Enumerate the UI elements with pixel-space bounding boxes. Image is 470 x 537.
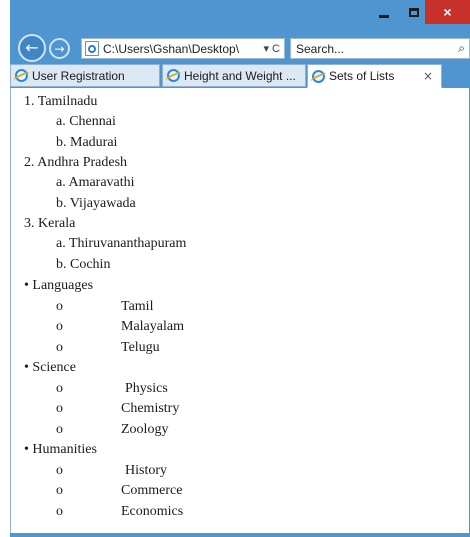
list-item-city: b. Cochin	[56, 255, 110, 275]
list-item-group: • Languages	[24, 276, 93, 296]
maximize-button[interactable]	[400, 0, 428, 24]
city-name: Thiruvananthapuram	[68, 236, 187, 251]
state-name: Kerala	[38, 216, 76, 231]
list-marker: 3.	[24, 216, 35, 231]
list-item-subject: Chemistry	[121, 401, 180, 416]
page-icon	[85, 41, 99, 56]
maximize-icon	[409, 7, 419, 17]
search-input[interactable]: Search...	[296, 42, 344, 56]
sub-bullet-marker: o	[56, 463, 63, 478]
back-button[interactable]: ←	[18, 34, 46, 62]
city-name: Amaravathi	[68, 175, 135, 190]
list-item-city: b. Vijayawada	[56, 194, 136, 214]
sub-bullet-marker: o	[56, 319, 63, 334]
ie-icon	[312, 69, 325, 83]
group-name: Humanities	[32, 442, 97, 457]
sub-bullet-marker: o	[56, 504, 63, 519]
address-bar[interactable]: C:\Users\Gshan\Desktop\ ▾ C	[81, 38, 285, 59]
list-item-subject: Malayalam	[121, 319, 184, 334]
search-box[interactable]: Search... ⌕	[290, 38, 470, 59]
list-marker: b.	[56, 135, 67, 150]
navigation-bar: ← → C:\Users\Gshan\Desktop\ ▾ C Search..…	[10, 32, 470, 62]
list-item-city: a. Chennai	[56, 112, 116, 132]
minimize-icon	[379, 14, 389, 18]
state-name: Andhra Pradesh	[37, 155, 128, 170]
sub-bullet-marker: o	[56, 483, 63, 498]
list-item-group: • Science	[24, 358, 76, 378]
sub-bullet-marker: o	[56, 422, 63, 437]
ie-icon	[167, 69, 180, 82]
list-item-subject: Telugu	[121, 340, 160, 355]
sub-bullet-marker: o	[56, 340, 63, 355]
tab-label: Sets of Lists	[329, 69, 395, 83]
tab-close-icon[interactable]: ×	[423, 69, 433, 83]
state-name: Tamilnadu	[37, 94, 98, 109]
list-marker: a.	[56, 236, 66, 251]
page-content: 1. Tamilnadu a. Chennai b. Madurai 2. An…	[10, 88, 469, 533]
city-name: Vijayawada	[69, 196, 136, 211]
bullet-marker: •	[24, 278, 29, 293]
address-dropdown-refresh[interactable]: ▾ C	[259, 42, 284, 55]
list-item-state: 2. Andhra Pradesh	[24, 153, 127, 173]
list-item-city: a. Amaravathi	[56, 173, 135, 193]
list-item-subject: Zoology	[121, 422, 169, 437]
list-marker: 2.	[24, 155, 35, 170]
city-name: Chennai	[69, 114, 116, 129]
back-arrow-icon: ←	[25, 38, 39, 57]
list-marker: 1.	[24, 94, 35, 109]
search-icon[interactable]: ⌕	[458, 41, 465, 56]
tab-label: Height and Weight ...	[184, 68, 296, 83]
forward-button[interactable]: →	[49, 38, 70, 59]
list-marker: a.	[56, 175, 66, 190]
list-item-subject: History	[125, 463, 167, 478]
address-text: C:\Users\Gshan\Desktop\	[103, 41, 240, 56]
tab-user-registration[interactable]: User Registration	[10, 64, 160, 87]
group-name: Science	[32, 360, 76, 375]
sub-bullet-marker: o	[56, 381, 63, 396]
list-item-state: 1. Tamilnadu	[24, 92, 97, 112]
tab-height-and-weight[interactable]: Height and Weight ...	[162, 64, 306, 87]
list-marker: a.	[56, 114, 66, 129]
list-marker: b.	[56, 257, 67, 272]
list-item-group: • Humanities	[24, 440, 97, 460]
city-name: Cochin	[70, 257, 111, 272]
title-bar: ×	[10, 0, 470, 32]
tab-sets-of-lists[interactable]: Sets of Lists ×	[307, 64, 442, 88]
city-name: Madurai	[70, 135, 118, 150]
list-item-subject: Tamil	[121, 299, 154, 314]
bullet-marker: •	[24, 360, 29, 375]
forward-arrow-icon: →	[54, 41, 65, 56]
sub-bullet-marker: o	[56, 299, 63, 314]
list-item-city: b. Madurai	[56, 133, 117, 153]
list-item-state: 3. Kerala	[24, 214, 75, 234]
bullet-marker: •	[24, 442, 29, 457]
list-item-subject: Economics	[121, 504, 184, 519]
group-name: Languages	[32, 278, 94, 293]
ie-icon	[15, 69, 28, 82]
list-item-subject: Physics	[125, 381, 168, 396]
tab-bar: User Registration Height and Weight ... …	[10, 62, 470, 88]
list-item-subject: Commerce	[121, 483, 183, 498]
tab-label: User Registration	[32, 68, 125, 83]
minimize-button[interactable]	[370, 0, 398, 24]
sub-bullet-marker: o	[56, 401, 63, 416]
list-marker: b.	[56, 196, 67, 211]
close-icon: ×	[443, 4, 452, 20]
close-button[interactable]: ×	[425, 0, 470, 24]
list-item-city: a. Thiruvananthapuram	[56, 234, 186, 254]
browser-window: × ← → C:\Users\Gshan\Desktop\ ▾ C Search…	[10, 0, 470, 537]
